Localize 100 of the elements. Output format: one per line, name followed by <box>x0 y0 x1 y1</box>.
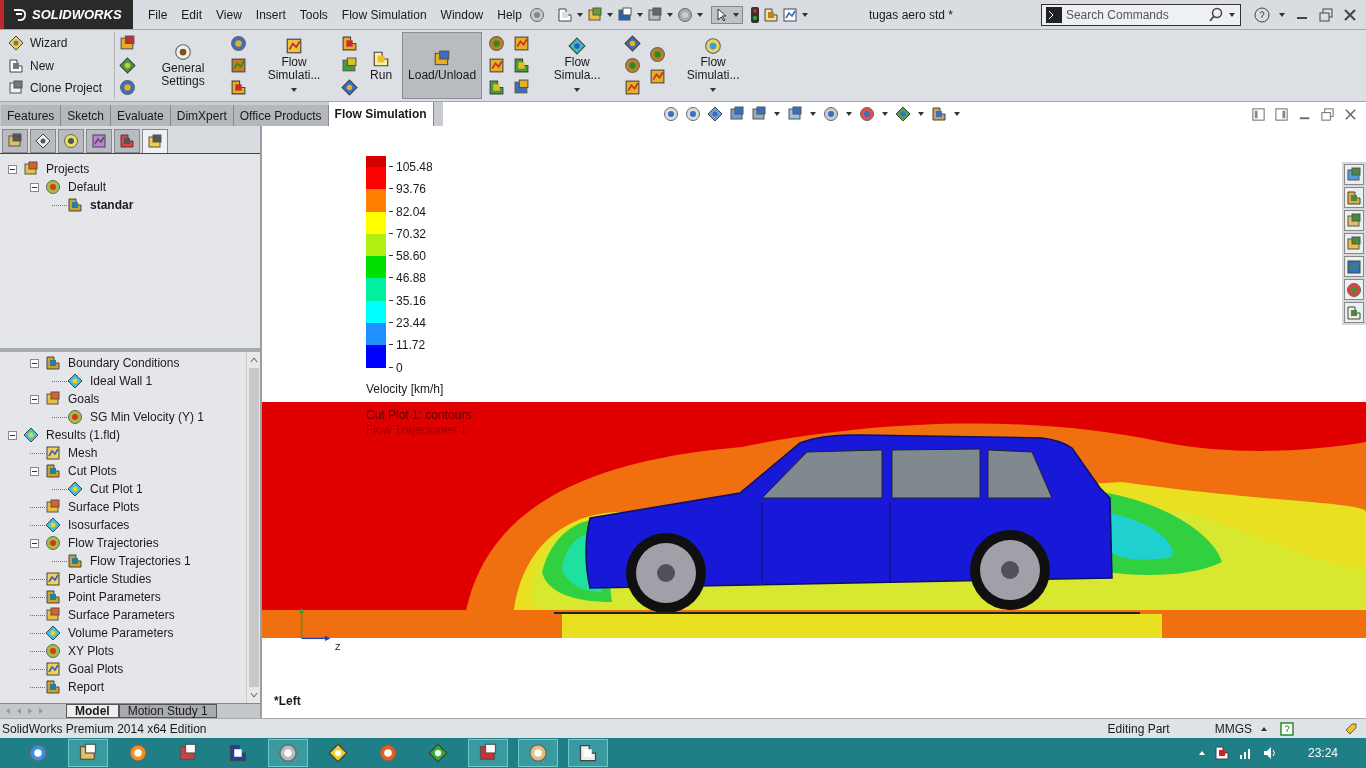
tool-icon[interactable] <box>488 35 506 52</box>
menu-item[interactable]: Window <box>433 5 491 24</box>
tree-node-icon[interactable] <box>45 589 61 605</box>
app-icon[interactable] <box>328 743 348 763</box>
menu-item[interactable]: View <box>209 5 249 24</box>
caret-icon[interactable] <box>605 10 614 19</box>
expand-toggle-icon[interactable] <box>8 430 17 440</box>
restore-icon[interactable] <box>1318 6 1334 23</box>
tree-item[interactable]: Report <box>68 678 105 696</box>
caret-icon[interactable] <box>800 10 809 19</box>
clock[interactable]: 23:24 <box>1307 744 1338 762</box>
tree-item[interactable]: Goal Plots <box>68 660 124 678</box>
tool-icon[interactable] <box>624 35 642 52</box>
ribbon-tab[interactable]: Flow Simulation <box>328 102 434 126</box>
ribbon-button[interactable]: General Settings <box>142 32 225 99</box>
tool-icon[interactable] <box>341 57 359 74</box>
caret-icon[interactable] <box>845 110 853 118</box>
ribbon-button[interactable]: Load/Unload <box>402 32 483 99</box>
tile-left-icon[interactable] <box>1251 106 1266 122</box>
app-icon[interactable] <box>178 743 198 763</box>
tree-item[interactable]: standar <box>90 196 134 214</box>
ribbon-tab[interactable]: DimXpert <box>170 105 234 126</box>
expand-toggle-icon[interactable] <box>30 358 39 368</box>
ribbon-tab[interactable]: Office Products <box>233 105 329 126</box>
scroll-up-icon[interactable] <box>249 356 258 364</box>
ribbon-button[interactable]: Wizard <box>8 34 103 52</box>
app-icon[interactable] <box>228 743 248 763</box>
help-icon[interactable] <box>1254 6 1270 23</box>
tree-item[interactable]: Cut Plots <box>68 462 117 480</box>
ribbon-tab[interactable]: Sketch <box>61 105 112 126</box>
select-tool-button[interactable] <box>710 5 743 24</box>
ribbon-button[interactable]: Run <box>364 32 399 99</box>
tree-item[interactable]: Flow Trajectories <box>68 534 159 552</box>
task-pane-icon[interactable] <box>1346 235 1362 252</box>
task-pane-icon[interactable] <box>1346 258 1362 275</box>
tree-node-icon[interactable] <box>45 535 61 551</box>
close-icon[interactable] <box>1342 6 1358 23</box>
tool-icon[interactable] <box>513 35 531 52</box>
tool-icon[interactable] <box>119 35 137 52</box>
tool-icon[interactable] <box>230 79 248 96</box>
caret-icon[interactable] <box>731 10 740 19</box>
tool-icon[interactable] <box>341 35 359 52</box>
tree-node-icon[interactable] <box>45 607 61 623</box>
app-icon[interactable] <box>278 743 298 763</box>
tool-icon[interactable] <box>568 37 587 55</box>
tool-icon[interactable] <box>488 57 506 74</box>
tool-icon[interactable] <box>119 57 137 74</box>
tree-node-icon[interactable] <box>67 553 83 569</box>
tool-icon[interactable] <box>704 37 723 55</box>
tree-node-icon[interactable] <box>67 409 83 425</box>
tree-node-icon[interactable] <box>45 571 61 587</box>
ribbon-button[interactable]: New <box>8 56 103 75</box>
app-icon[interactable] <box>578 743 598 763</box>
tool-icon[interactable] <box>649 46 667 63</box>
tree-node-icon[interactable] <box>45 643 61 659</box>
menu-item[interactable]: File <box>141 5 175 24</box>
caret-icon[interactable] <box>953 110 961 118</box>
tree-item[interactable]: Goals <box>68 390 100 408</box>
caret-icon[interactable] <box>773 110 781 118</box>
tree-item[interactable]: SG Min Velocity (Y) 1 <box>90 408 205 426</box>
tree-item[interactable]: Boundary Conditions <box>68 354 180 372</box>
tool-icon[interactable] <box>649 68 667 85</box>
tree-node-icon[interactable] <box>45 179 61 195</box>
menu-item[interactable]: Tools <box>292 5 335 24</box>
expand-toggle-icon[interactable] <box>30 394 39 404</box>
tree-item[interactable]: Cut Plot 1 <box>90 480 143 498</box>
caret-icon[interactable] <box>809 110 817 118</box>
search-field[interactable]: Search Commands <box>1040 3 1241 26</box>
tree-node-icon[interactable] <box>45 517 61 533</box>
tree-node-icon[interactable] <box>23 427 39 443</box>
caret-icon[interactable] <box>665 10 674 19</box>
app-icon[interactable] <box>128 743 148 763</box>
tree-item[interactable]: Ideal Wall 1 <box>90 372 153 390</box>
menu-item[interactable]: Help <box>490 5 529 24</box>
caret-icon[interactable] <box>1227 10 1236 19</box>
tree-item[interactable]: Flow Trajectories 1 <box>90 552 191 570</box>
expand-toggle-icon[interactable] <box>8 164 17 174</box>
expand-toggle-icon[interactable] <box>30 538 39 548</box>
ribbon-tab[interactable]: Evaluate <box>111 105 171 126</box>
caret-icon[interactable] <box>635 10 644 19</box>
menu-item[interactable]: Insert <box>248 5 293 24</box>
app-icon[interactable] <box>478 743 498 763</box>
tool-icon[interactable] <box>513 57 531 74</box>
tree-node-icon[interactable] <box>45 625 61 641</box>
tool-icon[interactable] <box>341 79 359 96</box>
menu-item[interactable]: Flow Simulation <box>334 5 434 24</box>
tool-icon[interactable] <box>513 79 531 96</box>
tree-item[interactable]: Volume Parameters <box>68 624 174 642</box>
help-icon[interactable] <box>1280 721 1294 736</box>
tree-node-icon[interactable] <box>67 373 83 389</box>
search-icon[interactable] <box>1207 6 1224 23</box>
tool-icon[interactable] <box>433 49 452 68</box>
units-selector[interactable]: MMGS <box>1214 719 1268 738</box>
caret-icon[interactable] <box>917 110 925 118</box>
tree-node-icon[interactable] <box>45 463 61 479</box>
tool-icon[interactable] <box>230 35 248 52</box>
tree-item[interactable]: Surface Parameters <box>68 606 175 624</box>
tree-item[interactable]: Particle Studies <box>68 570 152 588</box>
tag-icon[interactable] <box>1344 721 1358 736</box>
caret-icon[interactable] <box>709 86 718 94</box>
